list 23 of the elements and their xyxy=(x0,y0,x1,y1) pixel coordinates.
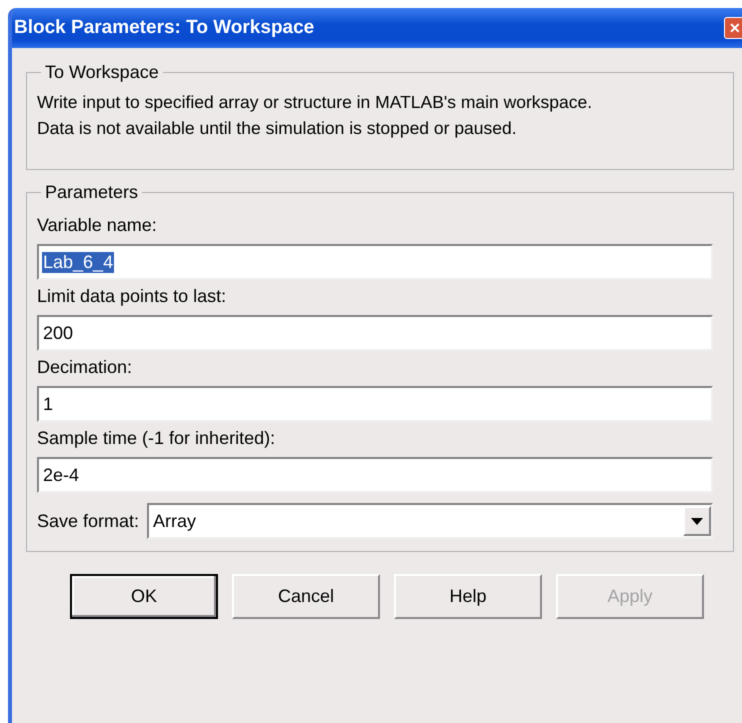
input-field[interactable]: Lab_6_4 xyxy=(37,244,713,280)
dialog-button[interactable]: Help xyxy=(394,574,542,619)
field-label: Save format: xyxy=(37,510,140,532)
field-label: Decimation: xyxy=(37,357,134,378)
field-label: Sample time (-1 for inherited): xyxy=(37,428,276,449)
dropdown-value: Array xyxy=(153,510,196,532)
field-label: Variable name: xyxy=(37,215,158,236)
group-title: To Workspace xyxy=(44,62,160,83)
dropdown[interactable]: Array xyxy=(147,503,713,539)
field-label: Limit data points to last: xyxy=(37,286,228,307)
input-field[interactable]: 200 xyxy=(37,315,713,351)
window-title: Block Parameters: To Workspace xyxy=(13,17,314,39)
input-field[interactable]: 1 xyxy=(37,386,713,422)
dialog-button[interactable]: OK xyxy=(70,574,218,619)
description-text: Write input to specified array or structure in MATLAB's main workspace. Data is not available until the simulation is stopped or paused. xyxy=(37,91,594,140)
input-field[interactable]: 2e-4 xyxy=(37,457,713,493)
field-value: 1 xyxy=(42,394,54,414)
field-value: Lab_6_4 xyxy=(42,252,114,272)
field-value: 2e-4 xyxy=(42,464,80,486)
close-button[interactable]: ✕ xyxy=(724,17,742,39)
field-value: 200 xyxy=(42,322,74,344)
dialog-button[interactable]: Cancel xyxy=(232,574,380,619)
group-title: Parameters xyxy=(44,182,140,203)
